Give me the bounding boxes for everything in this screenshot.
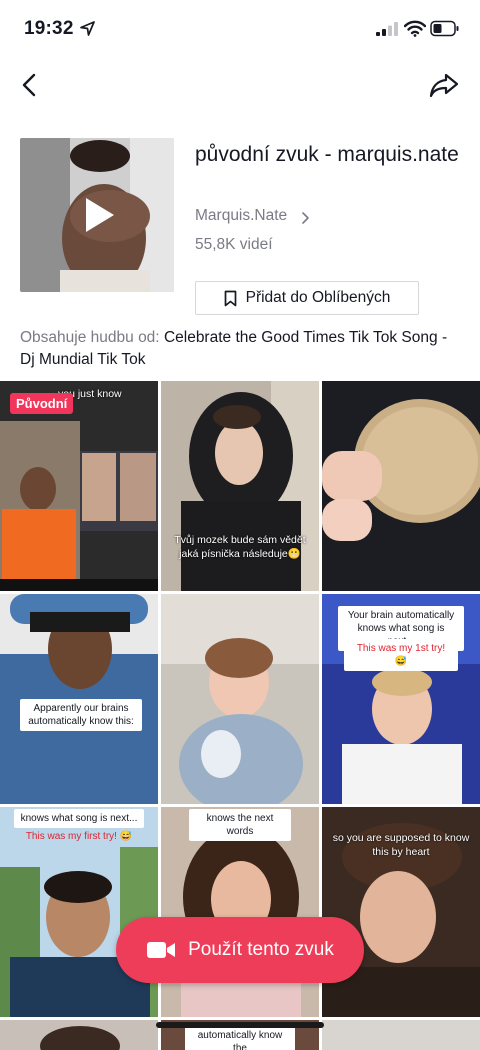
battery-icon bbox=[430, 20, 459, 37]
contains-music-text: Obsahuje hudbu od: Celebrate the Good Ti… bbox=[20, 327, 465, 371]
video-count: 55,8K videí bbox=[195, 236, 273, 253]
video-tile[interactable]: knows what song is next... This was my f… bbox=[0, 807, 158, 1017]
original-badge: Původní bbox=[10, 393, 74, 414]
chevron-right-icon[interactable] bbox=[300, 211, 310, 225]
tile-caption: knows the next words bbox=[189, 809, 291, 841]
video-tile[interactable]: Apparently our brains automatically know… bbox=[0, 594, 158, 804]
bookmark-icon bbox=[224, 290, 236, 306]
add-to-favorites-button[interactable]: Přidat do Oblíbených bbox=[195, 281, 419, 315]
video-tile[interactable]: you just know Původní bbox=[0, 381, 158, 591]
video-thumbnail bbox=[322, 1020, 480, 1050]
add-to-favorites-label: Přidat do Oblíbených bbox=[245, 289, 391, 306]
video-thumbnail bbox=[322, 381, 480, 591]
video-tile[interactable]: Tvůj mozek bude sám vědět jaká písnička … bbox=[161, 381, 319, 591]
video-tile[interactable]: knows the next words bbox=[161, 807, 319, 1017]
back-chevron-icon[interactable] bbox=[18, 70, 44, 100]
cellular-signal-icon bbox=[376, 22, 398, 36]
home-indicator[interactable] bbox=[156, 1022, 324, 1028]
video-tile[interactable] bbox=[0, 1020, 158, 1050]
tile-caption: so you are supposed to know this by hear… bbox=[332, 832, 470, 858]
tile-caption: automatically know the bbox=[185, 1026, 295, 1050]
tile-caption: knows what song is next... bbox=[14, 809, 144, 828]
play-icon[interactable] bbox=[78, 194, 118, 236]
contains-prefix: Obsahuje hudbu od: bbox=[20, 329, 160, 346]
video-tile[interactable] bbox=[322, 1020, 480, 1050]
video-thumbnail bbox=[161, 594, 319, 804]
artist-link[interactable]: Marquis.Nate bbox=[195, 207, 287, 225]
sound-cover-thumbnail[interactable] bbox=[20, 138, 174, 292]
wifi-icon bbox=[404, 20, 426, 37]
tile-caption: Apparently our brains automatically know… bbox=[20, 699, 142, 731]
video-tile[interactable] bbox=[161, 594, 319, 804]
video-tile[interactable] bbox=[322, 381, 480, 591]
tile-caption-red: This was my first try! 😅 bbox=[25, 831, 133, 842]
share-arrow-icon[interactable] bbox=[428, 70, 460, 100]
use-this-sound-label: Použít tento zvuk bbox=[188, 939, 334, 960]
location-arrow-icon bbox=[80, 21, 95, 36]
video-camera-icon bbox=[147, 942, 176, 958]
video-thumbnail bbox=[0, 1020, 158, 1050]
video-tile[interactable]: Your brain automatically knows what song… bbox=[322, 594, 480, 804]
sound-title: původní zvuk - marquis.nate bbox=[195, 143, 459, 166]
tile-caption-red: This was my 1st try! 😅 bbox=[344, 639, 458, 671]
tile-caption: Tvůj mozek bude sám vědět jaká písnička … bbox=[174, 534, 306, 560]
use-this-sound-button[interactable]: Použít tento zvuk bbox=[116, 917, 364, 983]
status-bar: 19:32 bbox=[0, 0, 480, 58]
video-tile[interactable]: so you are supposed to know this by hear… bbox=[322, 807, 480, 1017]
status-time: 19:32 bbox=[24, 18, 74, 39]
